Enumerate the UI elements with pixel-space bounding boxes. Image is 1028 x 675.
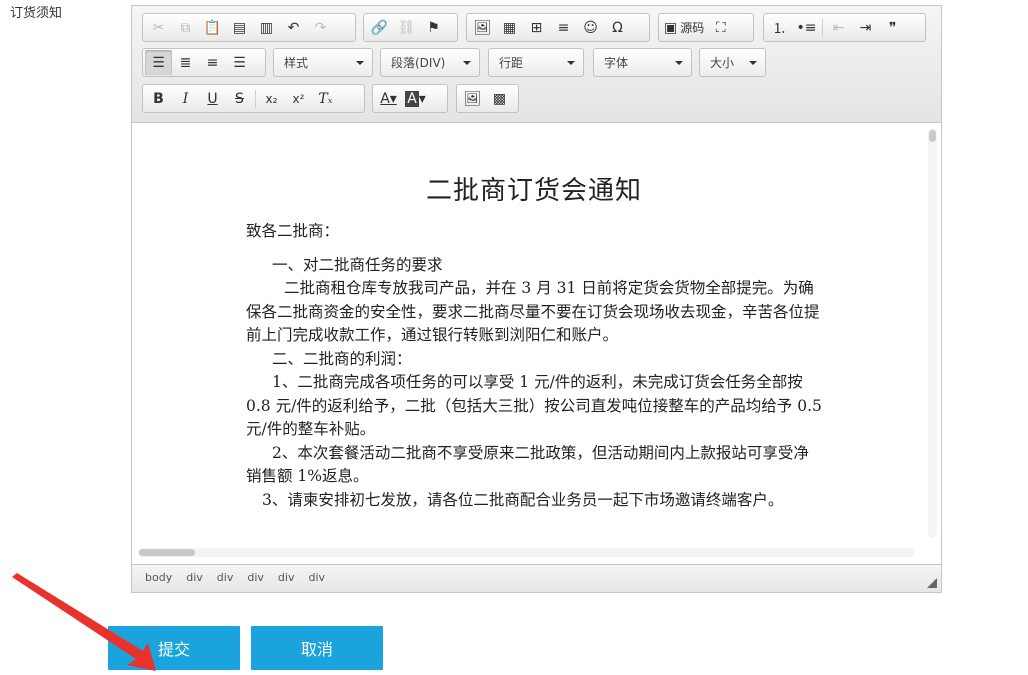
source-label: 源码 <box>680 21 705 35</box>
line-spacing-dropdown[interactable]: 行距 <box>488 48 584 77</box>
editor-toolbar: ✂ ⧉ 📋 ▤ ▥ ↶ ↷ 🔗 ⛓ ⚑ 🖼 ▦ ⊞ ≡ ☺ Ω ▣ 源码 ⛶ ⒈… <box>132 6 941 123</box>
ordered-list-icon[interactable]: ⒈ <box>766 15 793 40</box>
document-paragraph: 二、二批商的利润： <box>272 349 412 368</box>
separator <box>822 18 823 37</box>
strikethrough-icon[interactable]: S <box>226 86 253 111</box>
horizontal-scrollbar[interactable] <box>138 548 914 557</box>
document-body: 二批商订货会通知 致各二批商： 一、对二批商任务的要求 二批商租仓库专放我司产品… <box>246 174 822 512</box>
paste-icon[interactable]: 📋 <box>199 15 226 40</box>
text-color-icon[interactable]: A▾ <box>375 86 402 111</box>
insert-group: 🖼 ▦ ⊞ ≡ ☺ Ω <box>466 13 650 42</box>
clipboard-history-group: ✂ ⧉ 📋 ▤ ▥ ↶ ↷ <box>142 13 356 42</box>
redo-icon[interactable]: ↷ <box>307 15 334 40</box>
align-left-icon[interactable]: ☰ <box>145 50 172 75</box>
color-group: A▾ A ▾ <box>372 84 448 113</box>
outdent-icon[interactable]: ⇤ <box>825 15 852 40</box>
cut-icon[interactable]: ✂ <box>145 15 172 40</box>
element-path-breadcrumb: body div div div div div <box>145 571 339 584</box>
align-right-icon[interactable]: ≡ <box>199 50 226 75</box>
unlink-icon[interactable]: ⛓ <box>393 15 420 40</box>
chevron-down-icon <box>567 61 575 65</box>
breadcrumb-item[interactable]: div <box>308 571 325 584</box>
source-icon: ▣ <box>664 19 678 36</box>
chevron-down-icon <box>356 61 364 65</box>
style-dropdown[interactable]: 样式 <box>273 48 373 77</box>
text-style-group: B I U S x₂ x² Tₓ <box>142 84 365 113</box>
image-upload-icon[interactable]: 🖼 <box>459 86 486 111</box>
breadcrumb-item[interactable]: div <box>247 571 264 584</box>
chevron-down-icon <box>675 61 683 65</box>
image-icon[interactable]: 🖼 <box>469 15 496 40</box>
editor-statusbar: body div div div div div <box>132 564 941 592</box>
document-title: 二批商订货会通知 <box>425 176 642 206</box>
smiley-icon[interactable]: ☺ <box>577 15 604 40</box>
paragraph-format-label: 段落(DIV) <box>391 56 446 70</box>
document-paragraph: 二批商租仓库专放我司产品，并在 3 月 31 日前将定货会货物全部提完。为确保各… <box>246 279 820 344</box>
line-spacing-label: 行距 <box>499 56 524 70</box>
breadcrumb-item[interactable]: div <box>186 571 203 584</box>
indent-icon[interactable]: ⇥ <box>852 15 879 40</box>
special-char-omega-icon[interactable]: Ω <box>604 15 631 40</box>
horizontal-line-icon[interactable]: ≡ <box>550 15 577 40</box>
table-icon[interactable]: ⊞ <box>523 15 550 40</box>
link-icon[interactable]: 🔗 <box>366 15 393 40</box>
document-greeting: 致各二批商： <box>246 222 340 240</box>
document-paragraph: 3、请柬安排初七发放，请各位二批商配合业务员一起下市场邀请终端客户。 <box>262 490 784 509</box>
paste-text-icon[interactable]: ▤ <box>226 15 253 40</box>
resize-handle-icon[interactable] <box>927 578 937 588</box>
maximize-icon[interactable]: ⛶ <box>707 15 734 40</box>
font-size-dropdown[interactable]: 大小 <box>699 48 766 77</box>
font-family-label: 字体 <box>604 56 629 70</box>
style-dropdown-label: 样式 <box>284 56 309 70</box>
submit-button[interactable]: 提交 <box>108 626 240 670</box>
source-button[interactable]: ▣ 源码 <box>661 15 707 40</box>
order-notice-label: 订货须知 <box>10 6 63 21</box>
copy-icon[interactable]: ⧉ <box>172 15 199 40</box>
breadcrumb-item[interactable]: div <box>278 571 295 584</box>
breadcrumb-item[interactable]: body <box>145 571 172 584</box>
editor-content-area[interactable]: 二批商订货会通知 致各二批商： 一、对二批商任务的要求 二批商租仓库专放我司产品… <box>132 124 941 564</box>
list-quote-group: ⒈ •≡ ⇤ ⇥ ❞ <box>763 13 926 42</box>
link-group: 🔗 ⛓ ⚑ <box>363 13 458 42</box>
flash-icon[interactable]: ▦ <box>496 15 523 40</box>
chevron-down-icon <box>749 61 757 65</box>
vertical-scrollbar[interactable] <box>928 128 937 538</box>
subscript-icon[interactable]: x₂ <box>258 86 285 111</box>
font-family-dropdown[interactable]: 字体 <box>593 48 692 77</box>
undo-icon[interactable]: ↶ <box>280 15 307 40</box>
remove-format-icon[interactable]: Tₓ <box>312 86 339 111</box>
horizontal-scrollbar-thumb[interactable] <box>139 549 195 556</box>
chevron-down-icon <box>463 61 471 65</box>
cancel-button[interactable]: 取消 <box>251 626 383 670</box>
font-size-label: 大小 <box>710 56 735 70</box>
anchor-flag-icon[interactable]: ⚑ <box>420 15 447 40</box>
align-center-icon[interactable]: ≣ <box>172 50 199 75</box>
superscript-icon[interactable]: x² <box>285 86 312 111</box>
background-color-icon[interactable]: A ▾ <box>402 86 429 111</box>
rich-text-editor: ✂ ⧉ 📋 ▤ ▥ ↶ ↷ 🔗 ⛓ ⚑ 🖼 ▦ ⊞ ≡ ☺ Ω ▣ 源码 ⛶ ⒈… <box>131 5 942 593</box>
underline-icon[interactable]: U <box>199 86 226 111</box>
align-justify-icon[interactable]: ☰ <box>226 50 253 75</box>
paste-word-icon[interactable]: ▥ <box>253 15 280 40</box>
extra-insert-group: 🖼 ▩ <box>456 84 519 113</box>
document-paragraph: 一、对二批商任务的要求 <box>272 255 443 274</box>
bullet-list-icon[interactable]: •≡ <box>793 15 820 40</box>
blockquote-icon[interactable]: ❞ <box>879 15 906 40</box>
bold-icon[interactable]: B <box>145 86 172 111</box>
qrcode-icon[interactable]: ▩ <box>486 86 513 111</box>
document-paragraph: 2、本次套餐活动二批商不享受原来二批政策，但活动期间内上款报站可享受净销售额 1… <box>246 443 809 486</box>
source-group: ▣ 源码 ⛶ <box>658 13 754 42</box>
separator <box>255 89 256 108</box>
paragraph-format-dropdown[interactable]: 段落(DIV) <box>380 48 480 77</box>
italic-icon[interactable]: I <box>172 86 199 111</box>
document-paragraph: 1、二批商完成各项任务的可以享受 1 元/件的返利，未完成订货会任务全部按 0.… <box>246 373 822 438</box>
breadcrumb-item[interactable]: div <box>217 571 234 584</box>
alignment-group: ☰ ≣ ≡ ☰ <box>142 48 266 77</box>
vertical-scrollbar-thumb[interactable] <box>929 130 936 142</box>
